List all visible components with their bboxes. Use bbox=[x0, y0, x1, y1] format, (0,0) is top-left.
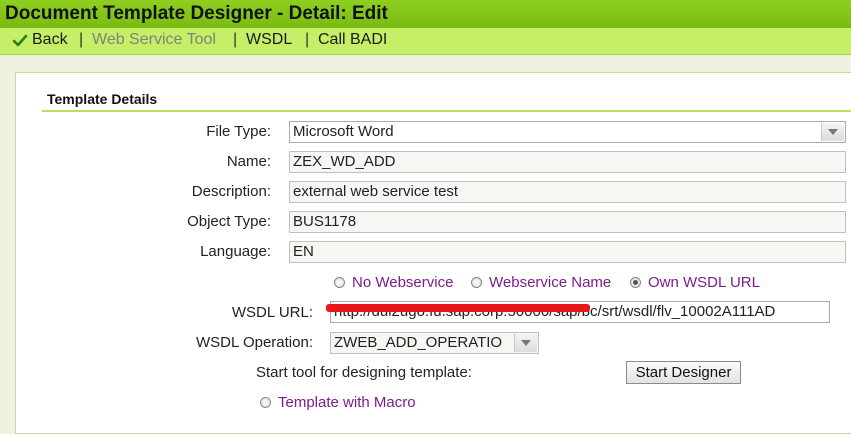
chevron-down-icon[interactable] bbox=[821, 123, 844, 141]
wsdl-operation-label: WSDL Operation: bbox=[196, 334, 313, 351]
section-title: Template Details bbox=[47, 91, 158, 107]
web-service-tool-button[interactable]: Web Service Tool bbox=[92, 31, 216, 49]
template-macro-radio[interactable] bbox=[260, 397, 271, 408]
description-value: external web service test bbox=[293, 183, 459, 200]
page-title: Document Template Designer - Detail: Edi… bbox=[5, 3, 388, 24]
file-type-select[interactable]: Microsoft Word bbox=[289, 121, 846, 143]
webservice-name-radio[interactable] bbox=[471, 277, 482, 288]
wsdl-button[interactable]: WSDL bbox=[246, 31, 292, 49]
toolbar-separator: | bbox=[233, 31, 238, 48]
back-button[interactable]: Back bbox=[32, 31, 68, 49]
template-macro-label[interactable]: Template with Macro bbox=[278, 394, 416, 411]
object-type-field[interactable]: BUS1178 bbox=[289, 211, 846, 233]
name-label: Name: bbox=[226, 153, 271, 170]
no-webservice-radio[interactable] bbox=[334, 277, 345, 288]
name-value: ZEX_WD_ADD bbox=[293, 153, 396, 170]
section-divider bbox=[42, 110, 851, 112]
language-value: EN bbox=[293, 243, 314, 260]
object-type-value: BUS1178 bbox=[293, 213, 357, 230]
redaction-mark bbox=[326, 304, 590, 312]
object-type-label: Object Type: bbox=[187, 213, 271, 230]
own-wsdl-url-label[interactable]: Own WSDL URL bbox=[648, 274, 760, 291]
call-badi-button[interactable]: Call BADI bbox=[318, 31, 387, 49]
language-field[interactable]: EN bbox=[289, 241, 846, 263]
no-webservice-label[interactable]: No Webservice bbox=[352, 274, 453, 291]
chevron-down-icon[interactable] bbox=[514, 334, 537, 352]
own-wsdl-url-radio[interactable] bbox=[630, 277, 641, 288]
toolbar-separator: | bbox=[79, 31, 84, 48]
file-type-value: Microsoft Word bbox=[293, 123, 394, 140]
webservice-name-label[interactable]: Webservice Name bbox=[489, 274, 611, 291]
toolbar-separator: | bbox=[305, 31, 310, 48]
title-bar: Document Template Designer - Detail: Edi… bbox=[0, 0, 851, 28]
file-type-label: File Type: bbox=[206, 123, 271, 140]
wsdl-operation-select[interactable]: ZWEB_ADD_OPERATIO bbox=[330, 332, 539, 354]
start-tool-text: Start tool for designing template: bbox=[256, 364, 472, 381]
start-designer-button[interactable]: Start Designer bbox=[626, 361, 741, 384]
language-label: Language: bbox=[200, 243, 271, 260]
wsdl-operation-value: ZWEB_ADD_OPERATIO bbox=[334, 334, 503, 351]
check-icon bbox=[12, 34, 28, 47]
description-field[interactable]: external web service test bbox=[289, 181, 846, 203]
wsdl-url-label: WSDL URL: bbox=[231, 304, 313, 321]
name-field[interactable]: ZEX_WD_ADD bbox=[289, 151, 846, 173]
description-label: Description: bbox=[191, 183, 271, 200]
